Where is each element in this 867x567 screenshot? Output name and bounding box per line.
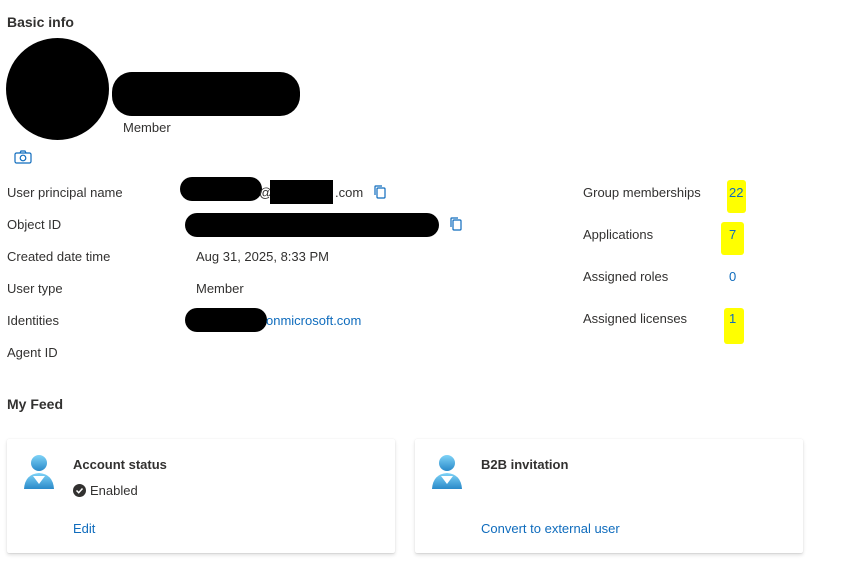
b2b-invitation-title: B2B invitation [481,457,569,472]
copy-upn-icon[interactable] [372,184,388,200]
user-type-caption: Member [123,120,171,135]
basic-info-title: Basic info [7,14,74,30]
applications-count[interactable]: 7 [729,227,736,242]
group-memberships-count[interactable]: 22 [729,185,743,200]
upn-label: User principal name [7,185,123,200]
my-feed-title: My Feed [7,396,64,412]
assigned-roles-count[interactable]: 0 [729,269,736,284]
upn-domain-suffix: .com [335,185,364,200]
convert-to-external-user-link[interactable]: Convert to external user [481,521,620,536]
identities-link[interactable]: onmicrosoft.com [266,313,361,328]
account-status-row: Enabled [73,483,138,498]
user-type-value: Member [196,281,244,296]
redacted-identity [185,308,267,332]
avatar [6,38,109,140]
identities-label: Identities [7,313,60,328]
user-icon [430,454,464,490]
object-id-label: Object ID [7,217,62,232]
created-label: Created date time [7,249,111,264]
created-value: Aug 31, 2025, 8:33 PM [196,249,329,264]
redacted-display-name [112,72,300,116]
account-status-title: Account status [73,457,167,472]
account-status-card: Account status Enabled Edit [7,439,395,553]
account-status-value: Enabled [90,483,138,498]
assigned-licenses-label: Assigned licenses [583,311,688,326]
redacted-upn-part1 [180,177,262,201]
assigned-licenses-count[interactable]: 1 [729,311,736,326]
edit-account-status-link[interactable]: Edit [73,521,95,536]
redacted-object-id [185,213,439,237]
user-type-label: User type [7,281,63,296]
checkmark-icon [73,484,86,497]
copy-object-id-icon[interactable] [448,216,464,232]
user-icon [22,454,56,490]
redacted-upn-part2 [270,180,333,204]
assigned-roles-label: Assigned roles [583,269,669,284]
b2b-invitation-card: B2B invitation Convert to external user [415,439,803,553]
agent-id-label: Agent ID [7,345,58,360]
group-memberships-label: Group memberships [583,185,701,200]
applications-label: Applications [583,227,654,242]
camera-icon[interactable] [14,150,32,164]
